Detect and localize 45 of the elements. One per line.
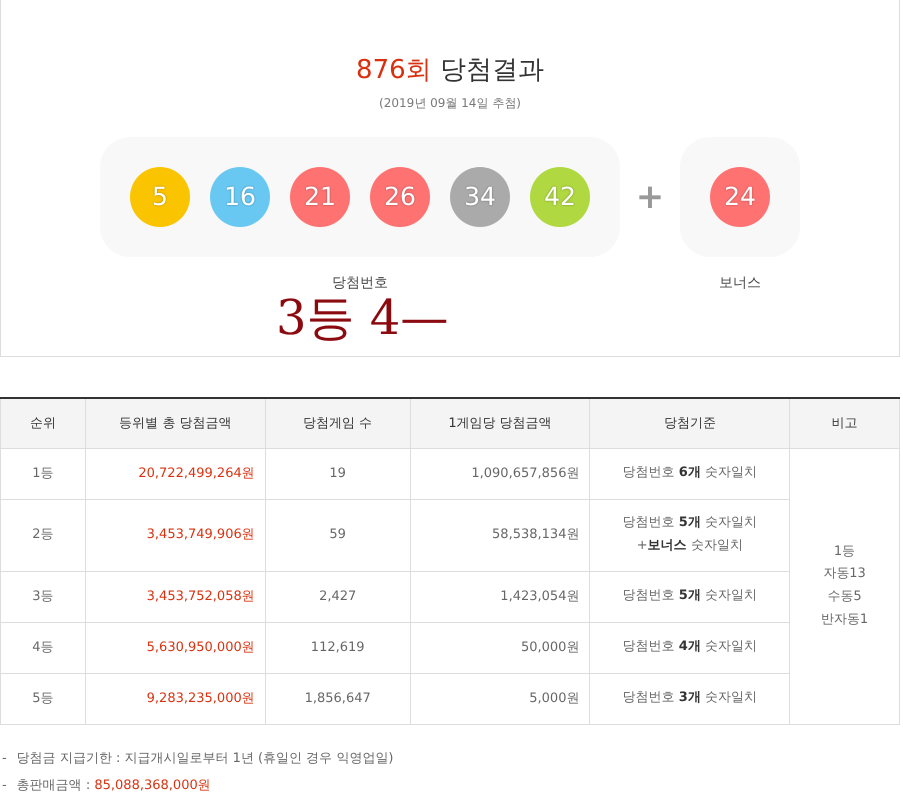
prize-cell: 58,538,134원 [410, 499, 590, 571]
note-text: 당첨금 지급기한 : 지급개시일로부터 1년 (휴일인 경우 익영업일) [16, 750, 394, 768]
bullet-dash: - [2, 777, 7, 795]
total-amount-cell: 20,722,499,264원 [85, 448, 266, 499]
number-ball: 42 [530, 167, 590, 228]
prize-cell: 1,423,054원 [410, 571, 590, 622]
number-ball: 16 [210, 167, 270, 228]
winners-cell: 112,619 [265, 622, 410, 673]
total-amount-cell: 5,630,950,000원 [85, 622, 266, 673]
number-ball: 26 [370, 167, 430, 228]
bonus-label: 보너스 [719, 274, 761, 294]
handwritten-note: 3등 4— [276, 292, 448, 345]
winners-cell: 59 [265, 499, 410, 571]
number-ball: 21 [290, 167, 350, 228]
total-amount-cell: 9,283,235,000원 [85, 673, 266, 724]
bullet-dash: - [2, 750, 7, 768]
number-ball: 34 [450, 167, 510, 228]
winners-cell: 1,856,647 [265, 673, 410, 724]
column-header: 순위 [0, 398, 86, 448]
draw-title: 876회 당첨결과 [355, 55, 545, 86]
column-header: 당첨기준 [590, 398, 790, 448]
rank-cell: 4등 [0, 622, 86, 673]
number-ball: 5 [130, 167, 190, 228]
column-header: 1게임당 당첨금액 [410, 398, 590, 448]
rank-cell: 1등 [0, 448, 86, 499]
criteria-cell: 당첨번호 6개 숫자일치 [590, 448, 790, 499]
prize-cell: 1,090,657,856원 [410, 448, 590, 499]
total-amount-cell: 3,453,752,058원 [85, 571, 266, 622]
rank-cell: 5등 [0, 673, 86, 724]
prize-cell: 50,000원 [410, 622, 590, 673]
note-text: 총판매금액 : 85,088,368,000원 [16, 777, 211, 795]
plus-sign: + [634, 176, 666, 219]
prize-cell: 5,000원 [410, 673, 590, 724]
column-header: 등위별 총 당첨금액 [85, 398, 266, 448]
numbers-label: 당첨번호 [332, 274, 388, 294]
rank-cell: 2등 [0, 499, 86, 571]
column-header: 당첨게임 수 [265, 398, 410, 448]
winners-cell: 19 [265, 448, 410, 499]
winners-cell: 2,427 [265, 571, 410, 622]
draw-date: (2019년 09월 14일 추첨) [378, 95, 522, 112]
total-amount-cell: 3,453,749,906원 [85, 499, 266, 571]
rank-cell: 3등 [0, 571, 86, 622]
bonus-ball: 24 [710, 167, 770, 228]
remarks-cell: 1등 자동13 수동5 반자동1 [790, 448, 900, 724]
column-header: 비고 [790, 398, 900, 448]
